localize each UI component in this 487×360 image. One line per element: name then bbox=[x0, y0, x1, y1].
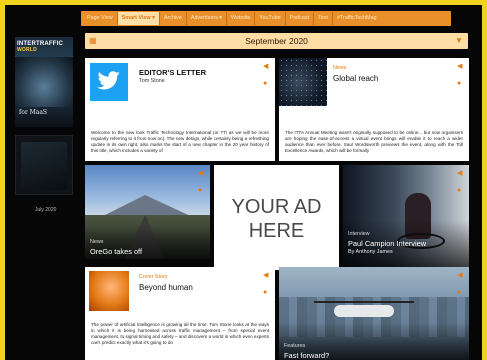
article-excerpt: The power of artificial intelligence is … bbox=[91, 322, 269, 346]
article-photo bbox=[279, 58, 327, 106]
drone-shape bbox=[334, 305, 394, 317]
speaker-icon[interactable]: ◀ bbox=[457, 272, 464, 279]
article-title: Global reach bbox=[333, 74, 379, 83]
ad-text-line1: YOUR AD bbox=[231, 196, 322, 218]
issue-date: July 2020 bbox=[35, 207, 57, 213]
ad-text: YOUR AD HERE bbox=[214, 195, 339, 243]
article-category: Features bbox=[284, 343, 306, 349]
nav-website[interactable]: Website bbox=[227, 12, 256, 25]
article-category: News bbox=[90, 239, 104, 245]
speaker-icon[interactable]: ◀ bbox=[198, 170, 205, 177]
article-excerpt: The ITTA Annual Meeting wasn't originall… bbox=[285, 130, 463, 154]
article-title: EDITOR'S LETTER bbox=[139, 68, 207, 77]
article-author: By Anthony James bbox=[348, 249, 393, 255]
twitter-thumbnail bbox=[90, 63, 128, 101]
article-photo bbox=[89, 271, 129, 311]
article-category: News bbox=[333, 65, 347, 71]
article-category: Cover Story bbox=[139, 274, 168, 280]
article-excerpt: Welcome to the new look Traffic Technolo… bbox=[91, 130, 269, 154]
more-icon[interactable]: ● bbox=[457, 289, 464, 296]
nav-text[interactable]: Text bbox=[314, 12, 333, 25]
twitter-bird-icon bbox=[97, 71, 120, 90]
article-author: Tom Stone bbox=[139, 78, 165, 84]
filter-icon[interactable]: ▼ bbox=[454, 36, 464, 45]
month-bar: ▦ September 2020 ▼ bbox=[85, 33, 468, 49]
month-title: September 2020 bbox=[245, 36, 308, 46]
article-category: Interview bbox=[348, 231, 370, 237]
cover-masthead: INTERTRAFFIC WORLD bbox=[17, 41, 71, 53]
article-card-paul-campion[interactable]: ◀ ● Interview Paul Campion Interview By … bbox=[343, 165, 469, 270]
nav-youtube[interactable]: YouTube bbox=[255, 12, 286, 25]
nav-smart-view[interactable]: Smart View ▾ bbox=[117, 12, 160, 25]
cover-photo bbox=[15, 57, 73, 107]
top-nav: Page View Smart View ▾ Archive Advertise… bbox=[83, 12, 381, 25]
issue-sidebar: INTERTRAFFIC WORLD for MaaS July 2020 bbox=[13, 31, 77, 356]
speaker-icon[interactable]: ◀ bbox=[457, 170, 464, 177]
previous-issue-thumbnail bbox=[21, 142, 67, 190]
ad-text-line2: HERE bbox=[248, 220, 305, 242]
speaker-icon[interactable]: ◀ bbox=[263, 272, 270, 279]
cover-masthead-line2: WORLD bbox=[17, 47, 37, 53]
article-card-global-reach[interactable]: News Global reach ◀ ● The ITTA Annual Me… bbox=[279, 58, 469, 161]
article-title: OreGo takes off bbox=[90, 247, 143, 256]
cover-headline: for MaaS bbox=[19, 109, 48, 116]
article-title: Paul Campion Interview bbox=[348, 239, 427, 248]
nav-archive[interactable]: Archive bbox=[160, 12, 187, 25]
article-card-editors-letter[interactable]: EDITOR'S LETTER Tom Stone ◀ ● Welcome to… bbox=[85, 58, 275, 161]
article-title: Beyond human bbox=[139, 283, 193, 292]
app-frame: Page View Smart View ▾ Archive Advertise… bbox=[5, 5, 482, 360]
previous-issue-cover[interactable] bbox=[15, 135, 73, 195]
nav-hashtag[interactable]: #TrafficTechMag bbox=[333, 12, 381, 25]
more-icon[interactable]: ● bbox=[457, 80, 464, 87]
drone-arm-shape bbox=[314, 301, 414, 303]
more-icon[interactable]: ● bbox=[263, 289, 270, 296]
speaker-icon[interactable]: ◀ bbox=[457, 63, 464, 70]
speaker-icon[interactable]: ◀ bbox=[263, 63, 270, 70]
nav-page-view[interactable]: Page View bbox=[83, 12, 118, 25]
more-icon[interactable]: ● bbox=[198, 187, 205, 194]
ad-placeholder[interactable]: YOUR AD HERE bbox=[214, 165, 339, 270]
article-card-fast-forward[interactable]: ◀ ● Features Fast forward? bbox=[279, 267, 469, 360]
article-card-cover-story[interactable]: Cover Story Beyond human ◀ ● The power o… bbox=[85, 267, 275, 360]
nav-podcast[interactable]: Podcast bbox=[286, 12, 315, 25]
more-icon[interactable]: ● bbox=[457, 187, 464, 194]
article-card-orego[interactable]: ◀ ● News OreGo takes off bbox=[85, 165, 210, 259]
nav-advertisers[interactable]: Advertisers ▾ bbox=[187, 12, 228, 25]
article-title: Fast forward? bbox=[284, 351, 330, 360]
current-issue-cover[interactable]: INTERTRAFFIC WORLD for MaaS bbox=[15, 37, 73, 127]
more-icon[interactable]: ● bbox=[263, 80, 270, 87]
